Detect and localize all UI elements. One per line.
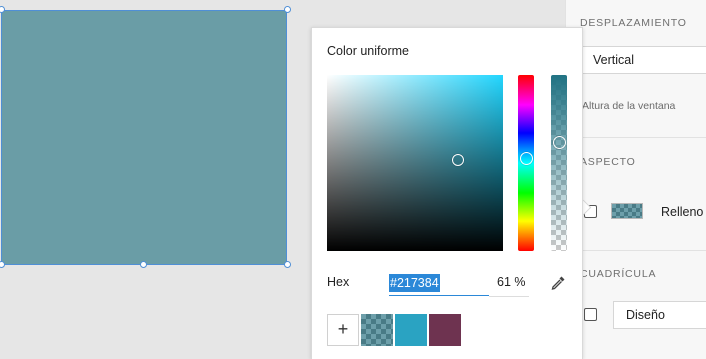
grid-section-title: CUADRÍCULA — [580, 268, 657, 280]
saved-swatch[interactable] — [361, 314, 393, 346]
selected-rectangle[interactable] — [1, 10, 287, 265]
property-inspector: DESPLAZAMIENTO Vertical Altura de la ven… — [565, 0, 706, 359]
opacity-input[interactable]: 61 % — [497, 275, 526, 289]
viewport-height-label: Altura de la ventana — [582, 100, 676, 112]
scroll-direction-select[interactable]: Vertical — [580, 46, 706, 74]
fill-label: Relleno — [661, 205, 704, 219]
grid-type-select[interactable]: Diseño — [613, 301, 706, 329]
saved-swatch[interactable] — [429, 314, 461, 346]
saved-swatch-color — [361, 314, 393, 346]
section-divider — [566, 250, 706, 251]
scroll-section-title: DESPLAZAMIENTO — [580, 17, 687, 29]
grid-checkbox[interactable] — [584, 308, 597, 321]
hex-label: Hex — [327, 275, 350, 289]
fill-color-swatch[interactable] — [611, 203, 643, 219]
opacity-slider-thumb[interactable] — [552, 136, 566, 149]
resize-handle-bottom-center[interactable] — [140, 261, 147, 268]
opacity-input-underline — [489, 296, 529, 297]
appearance-section-title: ASPECTO — [580, 156, 636, 168]
section-divider — [566, 137, 706, 138]
color-picker-popover: Color uniforme Hex #217384 61 % + — [311, 27, 583, 359]
saturation-value-area[interactable] — [327, 75, 503, 251]
resize-handle-bottom-right[interactable] — [284, 261, 291, 268]
opacity-slider[interactable] — [551, 75, 567, 251]
saved-swatch-color — [429, 314, 461, 346]
hue-slider-thumb[interactable] — [519, 152, 533, 165]
saved-swatch-color — [395, 314, 427, 346]
hue-slider[interactable] — [518, 75, 534, 251]
saved-swatch[interactable] — [395, 314, 427, 346]
color-picker-title: Color uniforme — [327, 44, 409, 58]
saturation-value-cursor[interactable] — [452, 154, 464, 166]
resize-handle-bottom-left[interactable] — [0, 261, 5, 268]
hex-input-selection: #217384 — [389, 274, 440, 292]
eyedropper-icon[interactable] — [549, 274, 567, 292]
add-swatch-button[interactable]: + — [327, 314, 359, 346]
hex-input[interactable]: #217384 — [389, 271, 489, 296]
resize-handle-top-right[interactable] — [284, 6, 291, 13]
